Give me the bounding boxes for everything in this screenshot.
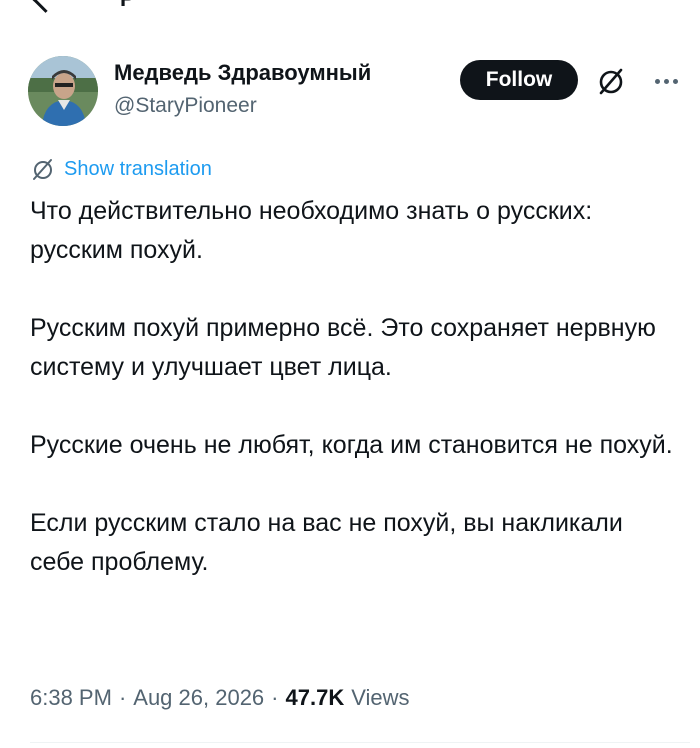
divider xyxy=(30,742,690,743)
show-translation-link[interactable]: Show translation xyxy=(30,154,212,184)
tweet-header: Медведь Здравоумный @StaryPioneer Follow xyxy=(28,56,688,126)
tweet-text: Что действительно необходимо знать о рус… xyxy=(30,192,680,621)
follow-button[interactable]: Follow xyxy=(460,60,578,100)
back-arrow-icon[interactable] xyxy=(32,0,59,13)
top-partial-bar: P xyxy=(0,0,700,13)
tweet-meta: 6:38 PM · Aug 26, 2026 · 47.7K Views xyxy=(30,681,410,715)
author-name[interactable]: Медведь Здравоумный xyxy=(114,60,371,86)
tweet-paragraph: Если русским стало на вас не похуй, вы н… xyxy=(30,509,623,576)
tweet-time[interactable]: 6:38 PM xyxy=(30,685,112,711)
grok-icon[interactable] xyxy=(594,64,628,98)
author-handle[interactable]: @StaryPioneer xyxy=(114,94,257,118)
show-translation-label: Show translation xyxy=(64,157,212,180)
tweet-paragraph: Русским похуй примерно всё. Это сохраняе… xyxy=(30,314,656,381)
meta-separator: · xyxy=(271,685,279,710)
tweet-paragraph: Русские очень не любят, когда им станови… xyxy=(30,431,673,459)
top-partial-text: P xyxy=(120,0,136,12)
translate-icon xyxy=(33,159,52,180)
tweet-paragraph: Что действительно необходимо знать о рус… xyxy=(30,197,593,264)
views-label: Views xyxy=(351,685,410,710)
more-icon[interactable] xyxy=(646,64,686,98)
avatar[interactable] xyxy=(28,56,98,126)
meta-separator: · xyxy=(118,685,127,710)
tweet-date[interactable]: Aug 26, 2026 xyxy=(133,685,264,711)
views-count[interactable]: 47.7K xyxy=(286,685,345,711)
